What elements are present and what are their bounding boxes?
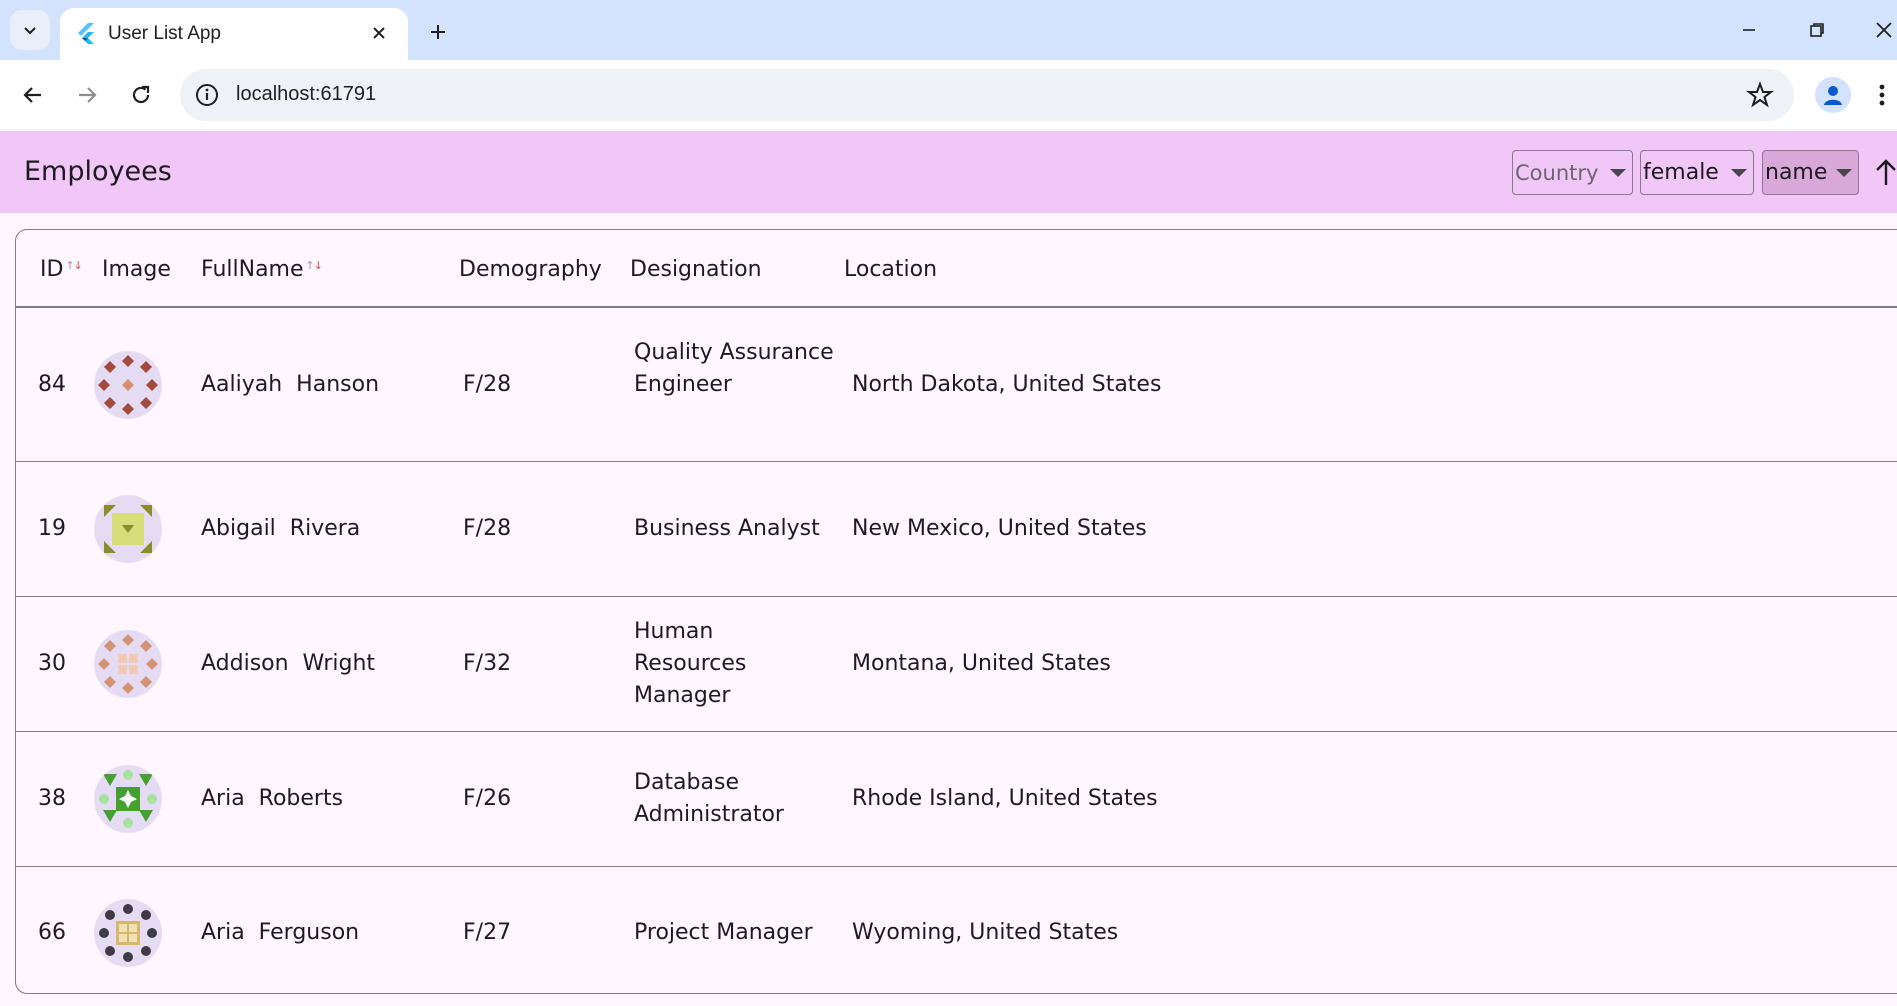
avatar (94, 495, 162, 563)
column-header-designation: Designation (630, 257, 762, 282)
tab-close-button[interactable] (366, 20, 392, 46)
column-header-location-label: Location (844, 257, 938, 282)
table-row[interactable]: 84 Aaliyah Hanson F/28 Quality Assurance… (16, 308, 1897, 462)
site-info-icon[interactable] (194, 82, 220, 108)
page-title: Employees (24, 156, 172, 187)
cell-location: Rhode Island, United States (852, 786, 1158, 811)
more-menu-button[interactable] (1872, 80, 1892, 110)
tab-search-button[interactable] (10, 10, 50, 50)
minimize-button[interactable] (1729, 10, 1769, 50)
forward-button[interactable] (67, 75, 107, 115)
flutter-favicon (78, 23, 94, 44)
table-row[interactable]: 38 Aria Roberts F/26 Database Administra… (16, 732, 1897, 867)
cell-fullname: Addison Wright (201, 651, 376, 676)
column-header-location: Location (844, 257, 937, 282)
avatar-pattern-icon (99, 770, 157, 828)
app-bar: Employees Country female name (0, 131, 1897, 213)
column-header-id-label: ID (40, 257, 64, 282)
forward-icon (79, 87, 97, 103)
cell-demography: F/28 (463, 372, 512, 397)
chevron-down-icon (24, 27, 36, 35)
country-dropdown-label: Country (1515, 160, 1599, 185)
more-icon (1879, 84, 1885, 106)
browser-tab[interactable]: User List App (60, 8, 408, 60)
column-header-fullname-label: FullName (201, 257, 304, 282)
cell-id: 19 (38, 516, 66, 541)
restore-button[interactable] (1797, 10, 1837, 50)
reload-button[interactable] (121, 75, 161, 115)
minimize-icon (1743, 29, 1755, 31)
sort-arrows-icon[interactable]: ↑↓ (65, 259, 82, 272)
sort-ascending-icon[interactable] (1874, 157, 1897, 187)
column-header-designation-label: Designation (630, 257, 762, 282)
column-header-fullname[interactable]: FullName ↑↓ (201, 257, 323, 282)
employees-table: ID ↑↓ Image FullName ↑↓ Demography Desig… (15, 229, 1897, 994)
cell-demography: F/27 (463, 920, 512, 945)
cell-designation: Business Analyst (634, 516, 820, 541)
avatar-pattern-icon (99, 904, 157, 962)
column-header-image: Image (102, 257, 171, 282)
close-icon (1876, 22, 1892, 38)
table-row[interactable]: 19 Abigail Rivera F/28 Business Analyst … (16, 462, 1897, 597)
cell-fullname: Abigail Rivera (201, 516, 361, 541)
cell-demography: F/28 (463, 516, 512, 541)
dropdown-caret-icon (1731, 168, 1747, 177)
avatar-pattern-icon (98, 634, 158, 694)
cell-designation: Quality Assurance Engineer (634, 340, 834, 397)
cell-id: 38 (38, 786, 66, 811)
restore-icon (1810, 23, 1824, 37)
table-row[interactable]: 30 Addison Wright F/32 Human Resources M… (16, 597, 1897, 732)
avatar-pattern-icon (104, 505, 152, 553)
cell-designation: Database Administrator (634, 770, 784, 827)
address-bar[interactable]: localhost:61791 (180, 69, 1794, 121)
cell-fullname: Aria Ferguson (201, 920, 360, 945)
cell-location: North Dakota, United States (852, 372, 1162, 397)
column-header-image-label: Image (102, 257, 171, 282)
cell-fullname: Aria Roberts (201, 786, 344, 811)
column-header-demography-label: Demography (459, 257, 602, 282)
cell-designation: Project Manager (634, 920, 813, 945)
back-button[interactable] (13, 75, 53, 115)
url-text: localhost:61791 (236, 83, 377, 105)
cell-location: Wyoming, United States (852, 920, 1119, 945)
browser-tabstrip: User List App (0, 0, 1897, 60)
profile-icon (1824, 86, 1842, 105)
table-row[interactable]: 66 Aria Ferguson F/27 Project Manager Wy… (16, 867, 1897, 993)
avatar (94, 765, 162, 833)
sort-arrows-icon[interactable]: ↑↓ (306, 259, 323, 272)
dropdown-caret-icon (1610, 168, 1626, 177)
avatar (94, 630, 162, 698)
country-dropdown[interactable]: Country (1512, 150, 1633, 195)
browser-toolbar: localhost:61791 (0, 60, 1897, 128)
cell-id: 66 (38, 920, 66, 945)
back-icon (23, 87, 41, 103)
column-header-demography: Demography (459, 257, 602, 282)
profile-button[interactable] (1815, 77, 1851, 113)
cell-fullname: Aaliyah Hanson (201, 372, 380, 397)
cell-id: 84 (38, 372, 66, 397)
cell-designation: Human Resources Manager (634, 619, 747, 708)
plus-icon (431, 25, 445, 39)
tab-title: User List App (108, 23, 221, 44)
gender-dropdown-label: female (1643, 160, 1719, 185)
sort-field-dropdown[interactable]: name (1762, 150, 1859, 195)
sort-field-dropdown-label: name (1765, 160, 1828, 185)
cell-demography: F/32 (463, 651, 512, 676)
reload-icon (132, 85, 150, 104)
bookmark-star-icon[interactable] (1746, 81, 1774, 109)
column-header-id[interactable]: ID ↑↓ (40, 257, 83, 282)
avatar-pattern-icon (98, 355, 158, 415)
avatar (94, 899, 162, 967)
cell-id: 30 (38, 651, 66, 676)
new-tab-button[interactable] (420, 14, 456, 50)
dropdown-caret-icon (1836, 168, 1852, 177)
cell-demography: F/26 (463, 786, 512, 811)
gender-dropdown[interactable]: female (1640, 150, 1754, 195)
close-icon (373, 27, 385, 39)
cell-location: Montana, United States (852, 651, 1111, 676)
close-window-button[interactable] (1864, 10, 1897, 50)
avatar (94, 351, 162, 419)
cell-location: New Mexico, United States (852, 516, 1147, 541)
